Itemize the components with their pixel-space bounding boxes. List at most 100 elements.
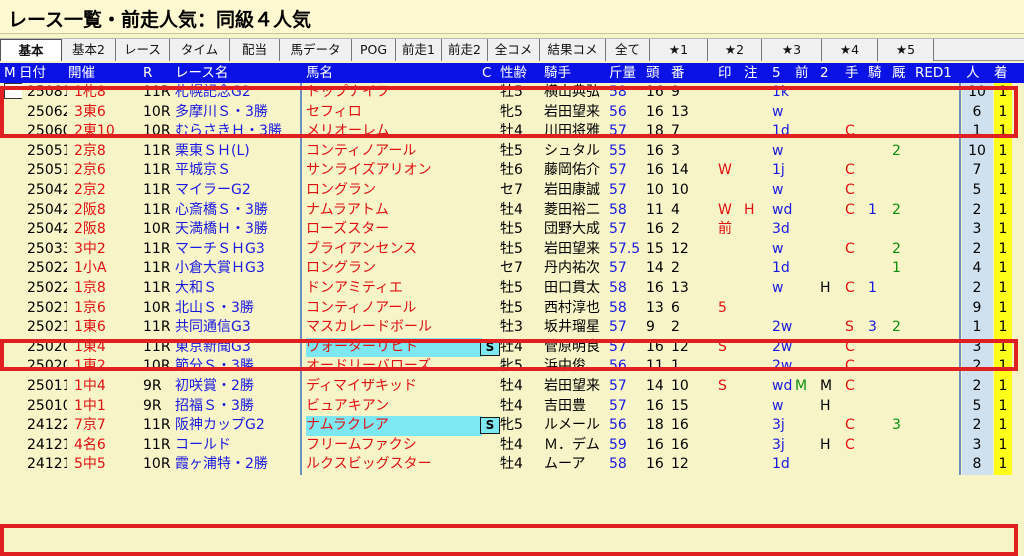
table-row[interactable]: 250817 1札8 11R札幌記念G2 トップナイフ 牡5 横山典弘 58 16 9 1k 10 1 bbox=[0, 83, 1024, 103]
tab-0[interactable]: 基本 bbox=[0, 39, 62, 61]
table-row[interactable]: 250622 3東6 10R多摩川Ｓ・3勝 セフィロ 牝5 岩田望来 56 16 13 w 61 bbox=[0, 102, 1024, 123]
col-header-r[interactable]: R bbox=[143, 63, 152, 83]
tab-15[interactable]: ★4 bbox=[822, 39, 878, 61]
cell-sexage: 牡4 bbox=[500, 123, 523, 140]
table-row[interactable]: 241215 4名6 11Rコールド フリームファクシ 牡4 Ｍ．デム 59 16 16 3j HC… bbox=[0, 435, 1024, 456]
vsep-ninki bbox=[959, 220, 961, 240]
tab-5[interactable]: 馬データ bbox=[280, 39, 352, 61]
col-header-red1[interactable]: RED1 bbox=[915, 63, 952, 83]
cell-ninki: 10 bbox=[968, 84, 986, 100]
cell-red1: 2 bbox=[892, 142, 901, 159]
tab-7[interactable]: 前走1 bbox=[396, 39, 442, 61]
tab-4[interactable]: 配当 bbox=[230, 39, 280, 61]
cell-race: 初咲賞・2勝 bbox=[175, 377, 254, 394]
cell-nh: H bbox=[820, 436, 831, 453]
col-header-race[interactable]: レース名 bbox=[175, 63, 228, 83]
cell-chaku: 1 bbox=[998, 123, 1008, 140]
col-header-jockey[interactable]: 騎手 bbox=[544, 63, 571, 83]
col-header-chu[interactable]: 注 bbox=[744, 63, 758, 83]
tab-1[interactable]: 基本2 bbox=[62, 39, 116, 61]
table-row[interactable]: 250216 1京6 10R北山Ｓ・3勝 コンティノアール 牡5 西村淳也 58 13 6 5 91 bbox=[0, 298, 1024, 319]
cell-r: 11R bbox=[143, 338, 171, 355]
tab-8[interactable]: 前走2 bbox=[442, 39, 488, 61]
cell-sexage: 牡4 bbox=[500, 201, 523, 218]
vsep-ninki bbox=[959, 318, 961, 338]
table-row[interactable]: 250518 2京8 11R栗東ＳＨ(L) コンティノアール 牡5 シュタル 55 16 3 w 2… bbox=[0, 141, 1024, 162]
tab-9[interactable]: 全コメ bbox=[488, 39, 540, 61]
cell-tosu: 16 bbox=[646, 397, 664, 414]
tab-2[interactable]: レース bbox=[116, 39, 170, 61]
cell-kai: 1中4 bbox=[74, 377, 106, 394]
col-header-chaku[interactable]: 着 bbox=[994, 63, 1008, 83]
col-header-kaisai[interactable]: 開催 bbox=[68, 63, 95, 83]
cell-m2: M bbox=[795, 377, 808, 394]
table-row[interactable]: 241214 5中5 10R霞ヶ浦特・2勝 ルクスビッグスター 牡4 ムーア 58 16 12 1… bbox=[0, 455, 1024, 475]
cell-kin: 55 bbox=[609, 142, 627, 159]
cell-sexage: 牡5 bbox=[500, 84, 523, 100]
cell-kin: 57 bbox=[609, 338, 627, 355]
cell-r: 11R bbox=[143, 162, 171, 179]
cell-uma: 13 bbox=[671, 103, 689, 120]
cell-horse: コンティノアール bbox=[306, 142, 417, 159]
col-header-ninki[interactable]: 人 bbox=[966, 63, 980, 83]
col-header-shirushi[interactable]: 印 bbox=[718, 63, 732, 83]
cell-five: 1k bbox=[772, 84, 790, 100]
cell-r: 11R bbox=[143, 279, 171, 296]
vsep-ninki bbox=[959, 396, 961, 417]
table-row[interactable]: 250330 3中2 11RマーチＳＨG3 ブライアンセンス 牡5 岩田望来 57.5 15 1… bbox=[0, 239, 1024, 260]
cell-horse: ナムラクレア bbox=[306, 416, 482, 436]
table-row[interactable]: 250601 2東10 10RむらさきＨ・3勝 メリオーレム 牡4 川田将雅 57 18 7 1d… bbox=[0, 122, 1024, 142]
col-header-mae[interactable]: 前 bbox=[795, 63, 809, 83]
col-header-date[interactable]: 日付 bbox=[19, 63, 46, 83]
tab-13[interactable]: ★2 bbox=[708, 39, 762, 61]
col-header-m[interactable]: M bbox=[4, 63, 16, 83]
table-row[interactable]: 250209 1東4 11R東京新聞G3 ウォーターリヒト 牡4 菅原明良 57 16 12 S 2… bbox=[0, 337, 1024, 358]
table-row[interactable]: 2502231小A11R小倉大賞ＨG3ロングランセ7丹内祐次571421d141 bbox=[0, 259, 1024, 279]
cell-date: 241214 bbox=[27, 456, 67, 473]
col-header-c[interactable]: C bbox=[482, 63, 491, 83]
col-header-ki[interactable]: 騎 bbox=[868, 63, 882, 83]
col-header-sexage[interactable]: 性齢 bbox=[500, 63, 527, 83]
vsep-ninki bbox=[959, 122, 961, 142]
col-header-te[interactable]: 手 bbox=[845, 63, 859, 83]
checkbox-icon[interactable] bbox=[4, 83, 22, 99]
col-header-uma[interactable]: 番 bbox=[671, 63, 685, 83]
col-header-kinryo[interactable]: 斤量 bbox=[609, 63, 636, 83]
cell-jockey: 西村淳也 bbox=[544, 299, 600, 316]
tab-3[interactable]: タイム bbox=[170, 39, 230, 61]
table-row[interactable]: 241221 7京7 11R阪神カップG2 ナムラクレア 牝5 ルメール 56 18 16 3j C… bbox=[0, 416, 1024, 436]
tab-6[interactable]: POG bbox=[352, 39, 396, 61]
tab-11[interactable]: 全て bbox=[606, 39, 650, 61]
cell-ninki: 5 bbox=[972, 397, 982, 414]
table-row[interactable]: 2502231京811R大和Ｓドンアミティエ牡5田口貫太581613wHC121 bbox=[0, 278, 1024, 299]
tab-14[interactable]: ★3 bbox=[762, 39, 822, 61]
col-header-tosu[interactable]: 頭 bbox=[646, 63, 660, 83]
table-row[interactable]: 2502021東210R節分Ｓ・3勝オードリーバローズ牝5浜中俊561112wC… bbox=[0, 357, 1024, 377]
table-row[interactable]: 2504202阪811R心斎橋Ｓ・3勝ナムラアトム牡4菱田裕二58114WHwd… bbox=[0, 200, 1024, 221]
table-row[interactable]: 250420 2阪8 10R天満橋Ｈ・3勝 ローズスター 牡5 団野大成 57 16 2 前 3d 3… bbox=[0, 220, 1024, 240]
vsep-ninki bbox=[959, 200, 961, 221]
table-row[interactable]: 250112 1中4 9R 初咲賞・2勝 ディマイザキッド 牡4 岩田望来 57 14 10 Swd… bbox=[0, 376, 1024, 397]
vsep-horse bbox=[300, 239, 302, 260]
table-row[interactable]: 250511 2京6 11R平城京Ｓ サンライズアリオン 牡6 藤岡佑介 57 16 14 W 1j… bbox=[0, 161, 1024, 181]
cell-kin: 57.5 bbox=[609, 240, 641, 257]
tab-16[interactable]: ★5 bbox=[878, 39, 934, 61]
vsep-horse bbox=[300, 259, 302, 279]
col-header-kyu[interactable]: 厩 bbox=[892, 63, 906, 83]
col-header-2[interactable]: 2 bbox=[820, 63, 829, 83]
table-row[interactable]: 2502161東611R共同通信G3マスカレードボール牡3坂井瑠星57922wS… bbox=[0, 318, 1024, 338]
vsep-horse bbox=[300, 337, 302, 358]
cell-five: 1j bbox=[772, 162, 785, 179]
tab-12[interactable]: ★1 bbox=[650, 39, 708, 61]
col-header-horse[interactable]: 馬名 bbox=[306, 63, 333, 83]
tab-10[interactable]: 結果コメ bbox=[540, 39, 606, 61]
cell-sexage: セ7 bbox=[500, 181, 523, 198]
cell-date: 250209 bbox=[27, 338, 67, 355]
table-row[interactable]: 250105 1中1 9R 招福Ｓ・3勝 ビュアキアン 牡4 吉田豊 57 16 15 w H 51 bbox=[0, 396, 1024, 417]
cell-uma: 1 bbox=[671, 358, 680, 375]
table-row[interactable]: 250427 2京2 11RマイラーG2 ロングラン セ7 岩田康誠 57 10 10 w C 51 bbox=[0, 180, 1024, 201]
cell-jockey: シュタル bbox=[544, 142, 600, 159]
col-header-5[interactable]: 5 bbox=[772, 63, 781, 83]
cell-sexage: 牡4 bbox=[500, 338, 523, 355]
cell-kin: 56 bbox=[609, 417, 627, 434]
